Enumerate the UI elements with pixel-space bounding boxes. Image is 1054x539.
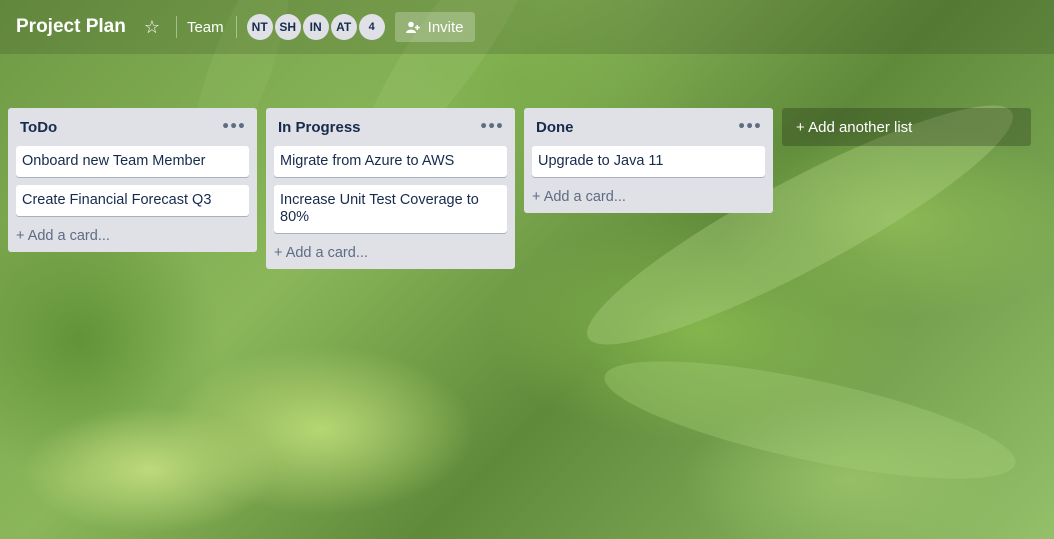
card[interactable]: Create Financial Forecast Q3 bbox=[16, 185, 249, 216]
list-done: Done ••• Upgrade to Java 11 + Add a card… bbox=[524, 108, 773, 213]
avatar[interactable]: AT bbox=[330, 14, 357, 40]
invite-button[interactable]: Invite bbox=[394, 12, 475, 42]
add-card-button[interactable]: + Add a card... bbox=[532, 185, 765, 205]
divider bbox=[175, 16, 177, 38]
list-todo: ToDo ••• Onboard new Team Member Create … bbox=[8, 108, 257, 252]
list-header: ToDo ••• bbox=[16, 108, 249, 146]
card[interactable]: Increase Unit Test Coverage to 80% bbox=[274, 185, 507, 233]
member-avatars: NT SH IN AT 4 bbox=[246, 14, 395, 40]
ellipsis-icon[interactable]: ••• bbox=[221, 119, 246, 135]
divider bbox=[235, 16, 237, 38]
background-leaf bbox=[596, 337, 1024, 503]
ellipsis-icon[interactable]: ••• bbox=[737, 119, 762, 135]
star-icon[interactable]: ☆ bbox=[144, 17, 160, 38]
board-header: Project Plan ☆ Team NT SH IN AT 4 Invite bbox=[0, 0, 1054, 54]
list-header: Done ••• bbox=[532, 108, 765, 146]
add-card-button[interactable]: + Add a card... bbox=[16, 224, 249, 244]
invite-label: Invite bbox=[427, 18, 464, 36]
avatar[interactable]: IN bbox=[302, 14, 329, 40]
team-visibility-button[interactable]: Team bbox=[187, 19, 224, 36]
card[interactable]: Migrate from Azure to AWS bbox=[274, 146, 507, 177]
list-header: In Progress ••• bbox=[274, 108, 507, 146]
list-in-progress: In Progress ••• Migrate from Azure to AW… bbox=[266, 108, 515, 269]
list-title[interactable]: ToDo bbox=[20, 119, 57, 136]
list-title[interactable]: In Progress bbox=[278, 119, 361, 136]
add-list-button[interactable]: + Add another list bbox=[782, 108, 1031, 146]
card[interactable]: Onboard new Team Member bbox=[16, 146, 249, 177]
list-title[interactable]: Done bbox=[536, 119, 574, 136]
add-card-button[interactable]: + Add a card... bbox=[274, 241, 507, 261]
board-title[interactable]: Project Plan bbox=[16, 16, 126, 38]
avatar[interactable]: NT bbox=[246, 14, 273, 40]
add-user-icon bbox=[405, 21, 420, 33]
card[interactable]: Upgrade to Java 11 bbox=[532, 146, 765, 177]
avatar[interactable]: SH bbox=[274, 14, 301, 40]
more-members-count[interactable]: 4 bbox=[358, 14, 385, 40]
ellipsis-icon[interactable]: ••• bbox=[479, 119, 504, 135]
